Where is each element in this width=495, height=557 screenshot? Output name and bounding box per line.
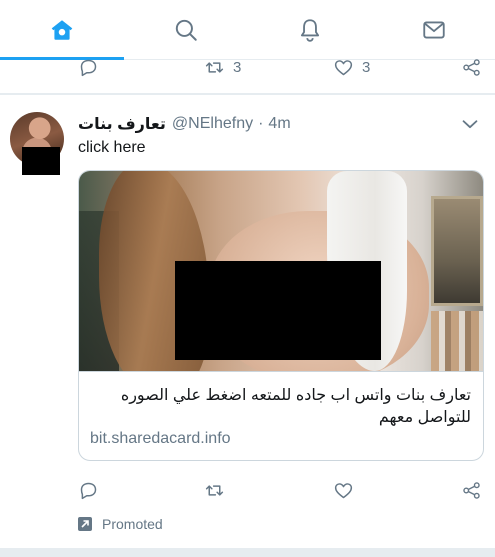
share-button[interactable] — [461, 480, 482, 501]
reply-icon — [80, 482, 97, 500]
reply-icon — [80, 59, 97, 77]
reply-button[interactable] — [78, 480, 99, 501]
retweet-button[interactable]: 3 — [204, 57, 241, 78]
tweet-header: تعارف بنات @NElhefny · 4m — [78, 113, 481, 135]
card-domain: bit.sharedacard.info — [90, 430, 231, 447]
retweet-icon — [205, 62, 224, 73]
image-redaction-box — [175, 261, 381, 360]
like-button[interactable]: 3 — [333, 57, 370, 78]
separator-dot: · — [258, 115, 264, 132]
tab-notifications[interactable] — [248, 0, 371, 60]
link-card[interactable]: تعارف بنات واتس اب جاده للمتعه اضغط علي … — [78, 170, 484, 461]
card-description: تعارف بنات واتس اب جاده للمتعه اضغط علي … — [120, 387, 471, 426]
retweet-icon — [205, 485, 224, 496]
heart-icon — [334, 60, 353, 76]
promoted-icon — [78, 517, 92, 531]
reply-button[interactable] — [78, 57, 99, 78]
tweet-timestamp[interactable]: 4m — [268, 115, 290, 133]
top-tab-bar — [0, 0, 495, 60]
timeline-divider — [0, 550, 495, 557]
tweet-actions — [0, 480, 495, 506]
chevron-down-icon[interactable] — [459, 113, 481, 135]
share-icon — [463, 59, 480, 76]
promoted-tweet[interactable]: تعارف بنات @NElhefny · 4m click here تعا… — [0, 95, 495, 549]
card-image[interactable] — [79, 171, 483, 371]
avatar-redaction-box — [22, 147, 60, 175]
share-icon — [463, 482, 480, 499]
card-body[interactable]: تعارف بنات واتس اب جاده للمتعه اضغط علي … — [79, 371, 483, 460]
retweet-count: 3 — [233, 59, 242, 76]
retweet-button[interactable] — [204, 480, 225, 501]
user-handle[interactable]: @NElhefny — [172, 115, 253, 133]
bell-icon — [300, 19, 319, 42]
tab-home[interactable] — [0, 0, 123, 60]
heart-icon — [334, 483, 353, 499]
tweet-text: click here — [78, 139, 146, 156]
home-icon — [51, 20, 72, 40]
like-count: 3 — [362, 59, 371, 76]
search-icon — [175, 19, 197, 41]
share-button[interactable] — [461, 57, 482, 78]
display-name[interactable]: تعارف بنات — [78, 114, 166, 134]
promoted-label: Promoted — [78, 516, 163, 532]
tab-search[interactable] — [124, 0, 247, 60]
promoted-text: Promoted — [102, 516, 163, 532]
mail-icon — [422, 21, 445, 39]
like-button[interactable] — [333, 480, 354, 501]
tab-messages[interactable] — [372, 0, 495, 60]
previous-tweet-actions: 3 3 — [0, 57, 495, 94]
